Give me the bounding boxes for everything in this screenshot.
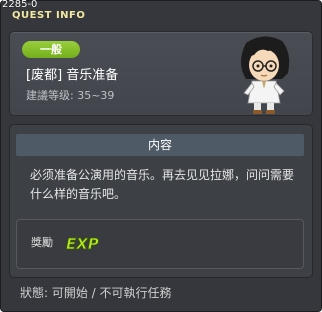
content-header: 内容 [16, 134, 304, 156]
quest-category-badge: 一般 [22, 41, 80, 58]
quest-title: [废都] 音乐准备 [26, 68, 119, 83]
exp-icon: EXP [66, 235, 100, 252]
quest-status: 狀態: 可開始 / 不可執行任務 [20, 286, 172, 300]
npc-portrait-icon [241, 36, 290, 114]
exp-icon-text: EXP [66, 235, 99, 252]
quest-description: 必须准备公演用的音乐。再去见见拉娜，问问需要什么样的音乐吧。 [30, 168, 295, 201]
window-title: QUEST INFO [12, 10, 86, 21]
reward-label: 獎勵 [31, 236, 53, 249]
reward-box [16, 219, 304, 269]
quest-recommended-level: 建議等级: 35~39 [26, 89, 115, 102]
